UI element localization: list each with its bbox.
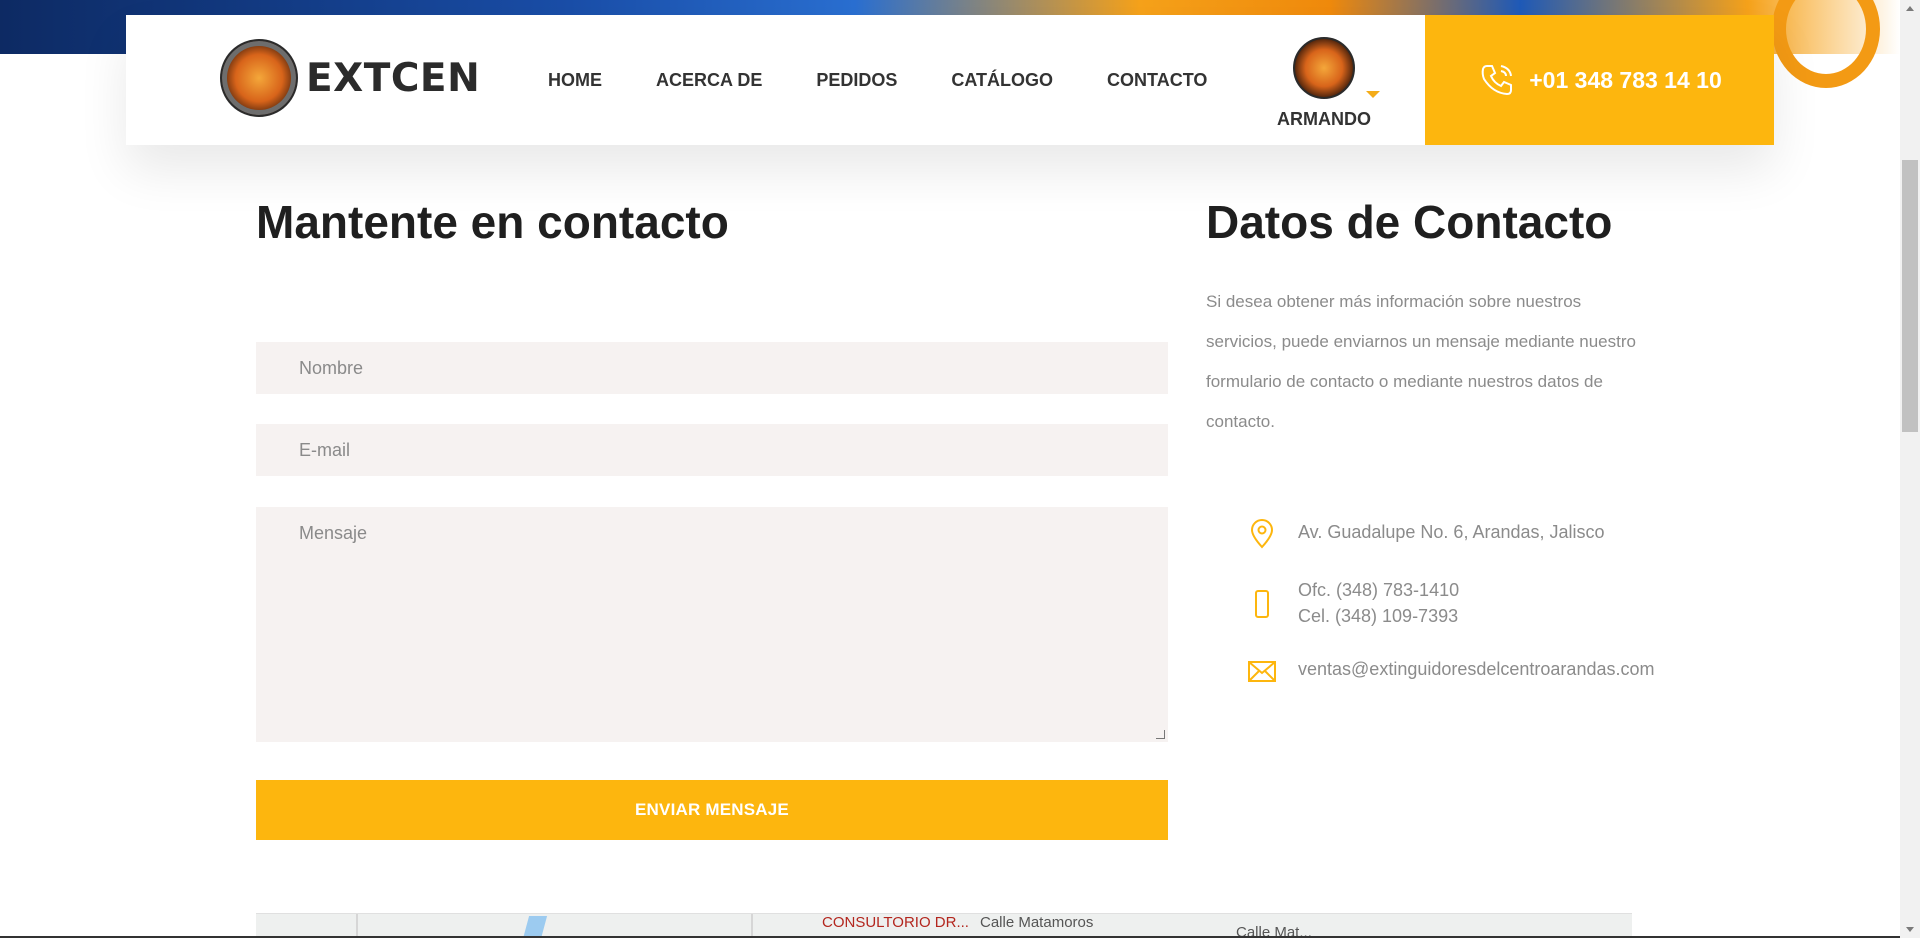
map-road	[356, 914, 358, 938]
page: EXTCEN HOME ACERCA DE PEDIDOS CATÁLOGO C…	[0, 0, 1920, 938]
nav-contacto[interactable]: CONTACTO	[1107, 70, 1207, 91]
brand[interactable]: EXTCEN	[220, 39, 480, 117]
contact-title: Datos de Contacto	[1206, 196, 1613, 248]
name-placeholder: Nombre	[299, 357, 364, 378]
nav-acerca-de[interactable]: ACERCA DE	[656, 70, 762, 91]
map-road	[751, 914, 753, 938]
map-label-place: CONSULTORIO DR...	[822, 914, 969, 931]
user-name: ARMANDO	[1277, 109, 1371, 129]
email-input[interactable]: E-mail	[256, 424, 1168, 476]
scroll-down-icon[interactable]	[1906, 927, 1914, 932]
nav-catalogo[interactable]: CATÁLOGO	[951, 70, 1053, 91]
office-phone: Ofc. (348) 783-1410	[1298, 580, 1460, 600]
form-title: Mantente en contacto	[256, 196, 729, 248]
scrollbar[interactable]	[1900, 0, 1920, 938]
location-pin-icon	[1250, 519, 1274, 549]
contact-address: Av. Guadalupe No. 6, Arandas, Jalisco	[1248, 519, 1605, 549]
name-input[interactable]: Nombre	[256, 342, 1168, 394]
phones-text: Ofc. (348) 783-1410 Cel. (348) 109-7393	[1298, 577, 1459, 629]
nav-pedidos[interactable]: PEDIDOS	[816, 70, 897, 91]
email-placeholder: E-mail	[299, 439, 351, 460]
address-text: Av. Guadalupe No. 6, Arandas, Jalisco	[1298, 522, 1605, 542]
send-message-button[interactable]: ENVIAR MENSAJE	[256, 780, 1168, 840]
location-map[interactable]: CONSULTORIO DR... Calle Matamoros Calle …	[256, 913, 1632, 938]
user-menu[interactable]: ARMANDO	[1260, 37, 1388, 130]
phone-icon	[1481, 65, 1513, 96]
map-water	[522, 916, 548, 938]
cell-phone: Cel. (348) 109-7393	[1298, 606, 1459, 626]
brand-name: EXTCEN	[306, 55, 481, 101]
avatar	[1293, 37, 1355, 99]
mobile-phone-icon	[1255, 590, 1269, 618]
contact-email: ventas@extinguidoresdelcentroarandas.com	[1248, 656, 1654, 686]
scrollbar-thumb[interactable]	[1902, 160, 1918, 432]
phone-box[interactable]: +01 348 783 14 10	[1425, 15, 1774, 145]
contact-phones: Ofc. (348) 783-1410 Cel. (348) 109-7393	[1248, 577, 1459, 629]
resize-handle[interactable]	[1156, 730, 1165, 739]
email-text[interactable]: ventas@extinguidoresdelcentroarandas.com	[1298, 656, 1654, 682]
phone-number: +01 348 783 14 10	[1529, 66, 1722, 93]
caret-down-icon[interactable]	[1366, 91, 1380, 98]
main-nav: HOME ACERCA DE PEDIDOS CATÁLOGO CONTACTO	[548, 70, 1261, 91]
map-label-street: Calle Matamoros	[980, 914, 1094, 931]
contact-intro: Si desea obtener más información sobre n…	[1206, 292, 1636, 431]
message-textarea[interactable]: Mensaje	[256, 507, 1168, 742]
envelope-icon	[1248, 661, 1276, 682]
site-header: EXTCEN HOME ACERCA DE PEDIDOS CATÁLOGO C…	[126, 15, 1774, 145]
nav-home[interactable]: HOME	[548, 70, 602, 91]
scroll-up-icon[interactable]	[1906, 6, 1914, 11]
message-placeholder: Mensaje	[299, 523, 368, 543]
brand-logo	[220, 39, 298, 117]
